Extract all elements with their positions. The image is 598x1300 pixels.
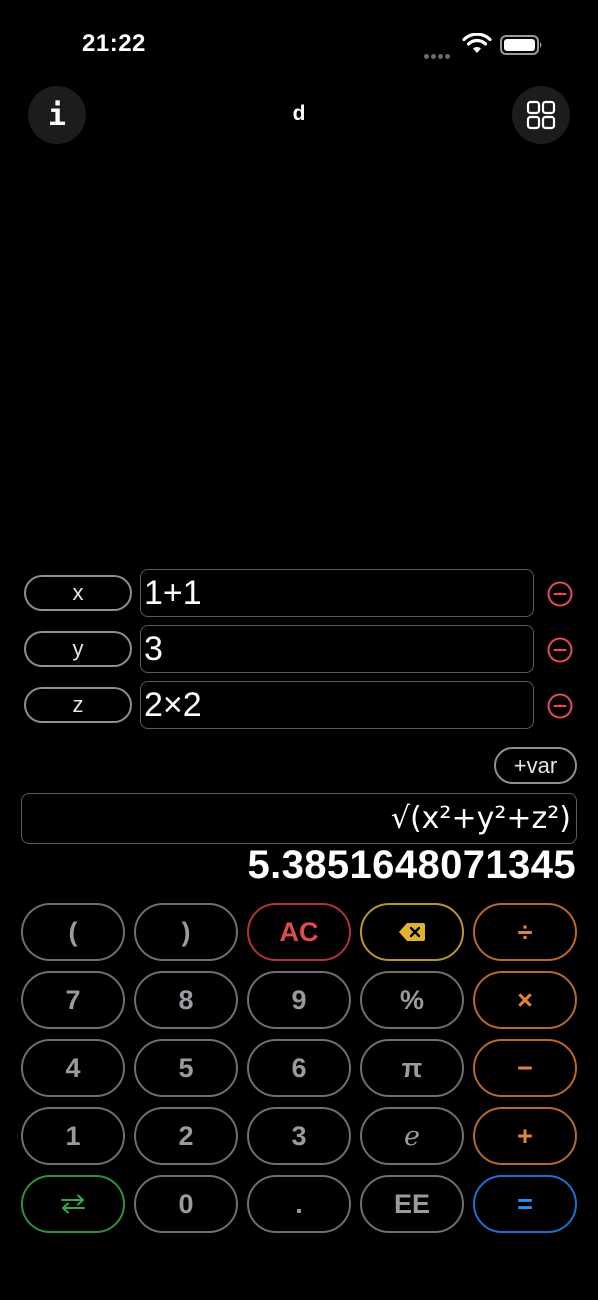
key-2[interactable]: 2 [134, 1107, 238, 1165]
key-decimal[interactable]: . [247, 1175, 351, 1233]
remove-variable-y-icon[interactable] [546, 636, 574, 664]
variable-name-z[interactable]: z [24, 687, 132, 723]
formula-input[interactable]: √(x²+y²+z²) [21, 793, 577, 844]
key-5[interactable]: 5 [134, 1039, 238, 1097]
key-3[interactable]: 3 [247, 1107, 351, 1165]
key-0[interactable]: 0 [134, 1175, 238, 1233]
swap-arrows-icon [61, 1194, 85, 1214]
key-9[interactable]: 9 [247, 971, 351, 1029]
key-subtract[interactable]: − [473, 1039, 577, 1097]
remove-variable-z-icon[interactable] [546, 692, 574, 720]
battery-icon [500, 35, 542, 55]
key-open-paren[interactable]: ( [21, 903, 125, 961]
key-all-clear[interactable]: AC [247, 903, 351, 961]
key-swap[interactable] [21, 1175, 125, 1233]
grid-icon [526, 100, 556, 130]
key-8[interactable]: 8 [134, 971, 238, 1029]
key-euler-e[interactable]: e [360, 1107, 464, 1165]
remove-variable-x-icon[interactable] [546, 580, 574, 608]
signal-dots-icon [424, 46, 456, 59]
key-7[interactable]: 7 [21, 971, 125, 1029]
key-close-paren[interactable]: ) [134, 903, 238, 961]
key-percent[interactable]: % [360, 971, 464, 1029]
grid-menu-button[interactable] [512, 86, 570, 144]
key-pi[interactable]: π [360, 1039, 464, 1097]
key-4[interactable]: 4 [21, 1039, 125, 1097]
key-exponent[interactable]: EE [360, 1175, 464, 1233]
key-1[interactable]: 1 [21, 1107, 125, 1165]
key-equals[interactable]: = [473, 1175, 577, 1233]
add-variable-button[interactable]: +var [494, 747, 577, 784]
key-divide[interactable]: ÷ [473, 903, 577, 961]
key-multiply[interactable]: × [473, 971, 577, 1029]
status-time: 21:22 [82, 30, 146, 57]
wifi-icon [462, 33, 492, 53]
key-add[interactable]: + [473, 1107, 577, 1165]
result-display: 5.3851648071345 [247, 843, 576, 887]
key-6[interactable]: 6 [247, 1039, 351, 1097]
variable-name-x[interactable]: x [24, 575, 132, 611]
page-title: d [292, 102, 306, 125]
variable-name-y[interactable]: y [24, 631, 132, 667]
variable-value-z[interactable]: 2×2 [140, 681, 534, 729]
key-backspace[interactable] [360, 903, 464, 961]
backspace-icon [399, 923, 425, 941]
variable-value-y[interactable]: 3 [140, 625, 534, 673]
variable-value-x[interactable]: 1+1 [140, 569, 534, 617]
